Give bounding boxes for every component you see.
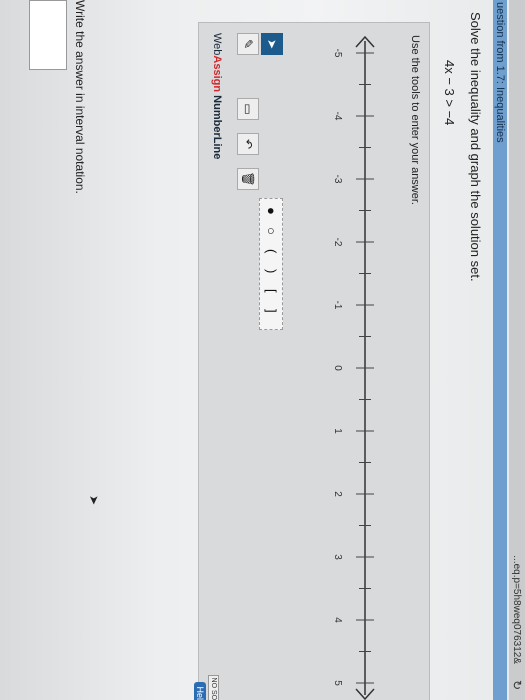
tick-label: -5 — [332, 49, 343, 58]
left-bracket-button[interactable]: [ — [264, 289, 279, 293]
right-bracket-button[interactable]: ] — [264, 309, 279, 313]
address-bar[interactable]: ...eq.p=5h8weq076312& ↻ — [509, 0, 525, 700]
answer-input[interactable] — [29, 0, 67, 70]
tick-label: 2 — [332, 491, 343, 497]
eraser-icon[interactable]: ▭ — [237, 98, 259, 120]
tool-instructions: Use the tools to enter your answer. — [409, 35, 421, 205]
mouse-cursor-icon: ➤ — [87, 495, 101, 506]
tick-label: 1 — [332, 428, 343, 434]
tick-label: -4 — [332, 112, 343, 121]
brand-assign: Assign — [211, 55, 223, 93]
screen: ...eq.p=5h8weq076312& ↻ uestion from 1.7… — [0, 0, 525, 700]
webassign-brand: WebAssign NumberLine — [211, 33, 223, 159]
inequality-expression: 4x − 3 > −4 — [442, 60, 457, 126]
undo-icon[interactable]: ↶ — [237, 133, 259, 155]
arrow-pointer-icon[interactable]: ➤ — [261, 33, 283, 55]
tick-label: 0 — [332, 365, 343, 371]
tick-label: -1 — [332, 301, 343, 310]
number-line[interactable]: -5 -4 -3 -2 -1 0 1 2 3 4 5 — [295, 23, 405, 700]
brand-web: Web — [211, 33, 223, 56]
question-prompt: Solve the inequality and graph the solut… — [468, 12, 483, 282]
pencil-icon[interactable]: ✎ — [237, 33, 259, 55]
brand-product: NumberLine — [211, 95, 223, 160]
page: ...eq.p=5h8weq076312& ↻ uestion from 1.7… — [0, 0, 525, 700]
answer-instruction: Write the answer in interval notation. — [73, 0, 87, 194]
tick-label: 4 — [332, 617, 343, 623]
url-text: ...eq.p=5h8weq076312& — [511, 555, 522, 664]
tick-label: 3 — [332, 554, 343, 560]
trash-icon[interactable]: 🗑 — [237, 168, 259, 190]
reload-icon[interactable]: ↻ — [510, 680, 524, 690]
left-paren-button[interactable]: ( — [264, 249, 279, 253]
right-paren-button[interactable]: ) — [264, 269, 279, 273]
numberline-tool: Use the tools to enter your answer. -5 -4… — [194, 22, 430, 700]
tool-toolbar: ➤ ✎ ▭ ↶ 🗑 ● ○ ( ) [ ] — [225, 23, 289, 700]
question-header: uestion from 1.7: Inequalities — [494, 2, 506, 143]
no-solution-button[interactable]: NO SOL — [208, 674, 219, 700]
closed-dot-button[interactable]: ● — [264, 207, 279, 215]
open-dot-button[interactable]: ○ — [264, 227, 279, 235]
tick-label: -2 — [332, 238, 343, 247]
tick-label: -3 — [332, 175, 343, 184]
help-button[interactable]: Help — [194, 682, 206, 700]
question-header-bar: uestion from 1.7: Inequalities — [493, 0, 507, 700]
endpoint-symbols: ● ○ ( ) [ ] — [259, 198, 283, 330]
tick-label: 5 — [332, 680, 343, 686]
